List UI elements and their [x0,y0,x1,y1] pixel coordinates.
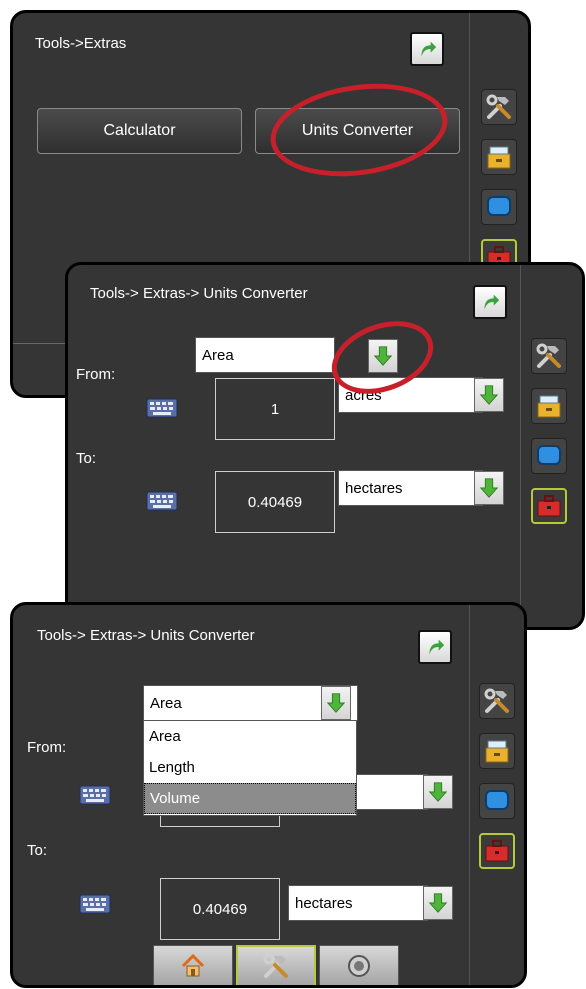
back-arrow-icon [479,291,501,313]
to-value-output: 0.40469 [215,471,335,533]
screen-units-converter-dropdown: Tools-> Extras-> Units Converter Area Fr… [10,602,527,988]
console-icon [483,787,511,815]
guidance-icon [345,952,373,980]
screen-units-converter: Tools-> Extras-> Units Converter Area Fr… [65,262,585,630]
chevron-down-icon [478,383,500,407]
chevron-down-icon [427,891,449,915]
from-label: From: [76,366,116,383]
chevron-down-icon [478,476,500,500]
category-dropdown-button[interactable] [321,686,351,720]
from-unit-dropdown-button[interactable] [474,378,504,412]
storage-icon [535,392,563,420]
side-tab-tools[interactable] [531,338,567,374]
console-icon [485,193,513,221]
side-tab-tools[interactable] [481,89,517,125]
page-title: Tools-> Extras-> Units Converter [90,285,308,302]
chevron-down-icon [325,691,347,715]
tools-icon [535,342,563,370]
tools-icon [485,93,513,121]
side-tab-tools[interactable] [479,683,515,719]
to-unit-dropdown-button[interactable] [474,471,504,505]
page-title: Tools->Extras [35,35,127,52]
calculator-button[interactable]: Calculator [37,108,242,154]
side-tab-storage[interactable] [479,733,515,769]
back-button[interactable] [473,285,507,319]
keyboard-icon[interactable] [146,398,178,418]
toolbox-icon [483,837,511,865]
back-button[interactable] [410,32,444,66]
page-title: Tools-> Extras-> Units Converter [37,627,255,644]
dropdown-option-selected[interactable]: Volume [144,783,356,814]
to-unit-dropdown-button[interactable] [423,886,453,920]
side-tab-storage[interactable] [531,388,567,424]
tools-icon [262,952,290,980]
to-label: To: [76,450,97,467]
keyboard-icon[interactable] [79,785,111,805]
to-unit-select[interactable]: hectares [338,470,483,506]
dropdown-option[interactable]: Area [144,721,356,752]
bottom-tab-home[interactable] [153,945,233,985]
keyboard-icon[interactable] [79,894,111,914]
console-icon [535,442,563,470]
keyboard-icon[interactable] [146,491,178,511]
storage-icon [483,737,511,765]
side-tab-console[interactable] [531,438,567,474]
to-value-output: 0.40469 [160,878,280,940]
dropdown-option[interactable]: Length [144,752,356,783]
side-tab-toolbox[interactable] [531,488,567,524]
side-divider [469,605,470,985]
chevron-down-icon [427,780,449,804]
side-tab-console[interactable] [479,783,515,819]
side-tab-storage[interactable] [481,139,517,175]
bottom-tab-tools[interactable] [236,945,316,985]
storage-icon [485,143,513,171]
back-button[interactable] [418,630,452,664]
from-unit-dropdown-button[interactable] [423,775,453,809]
toolbox-icon [535,492,563,520]
home-icon [179,952,207,980]
back-arrow-icon [416,38,438,60]
from-value-input[interactable]: 1 [215,378,335,440]
bottom-tab-guidance[interactable] [319,945,399,985]
category-select[interactable]: Area [195,337,335,373]
side-tab-console[interactable] [481,189,517,225]
from-label: From: [27,739,67,756]
to-label: To: [27,842,48,859]
side-divider [520,265,521,627]
category-dropdown-list: Area Length Volume [143,720,357,816]
back-arrow-icon [424,636,446,658]
tools-icon [483,687,511,715]
side-tab-toolbox[interactable] [479,833,515,869]
to-unit-select[interactable]: hectares [288,885,428,921]
